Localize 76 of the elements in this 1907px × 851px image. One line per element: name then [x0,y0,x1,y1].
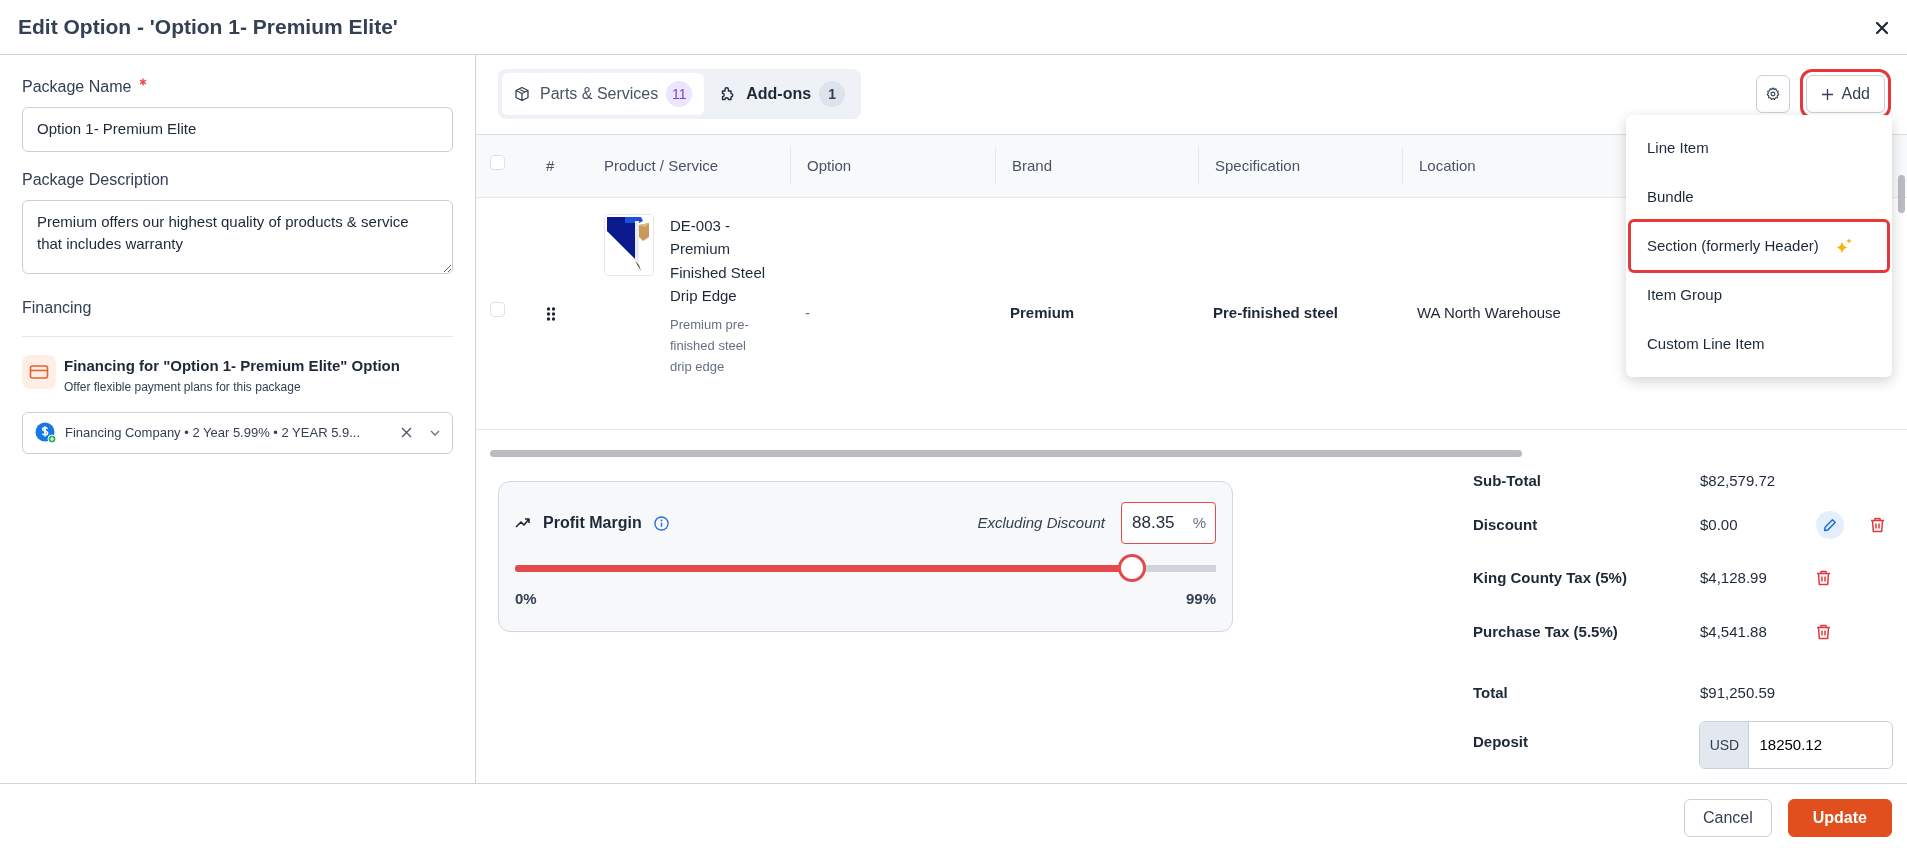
total-label: Total [1473,682,1509,703]
column-header: Option [807,155,852,176]
product-description: Premium pre-finished steel drip edge [670,316,750,376]
unit-label: % [1192,513,1206,533]
tab[interactable]: Add-ons 1 [708,73,858,115]
chevron-down-icon[interactable] [430,429,440,436]
dollar-icon [35,421,57,444]
total-value: $0.00 [1700,514,1739,535]
delete-button[interactable] [1870,517,1885,533]
column-header: Product / Service [604,155,719,176]
text-field[interactable]: Option 1- Premium Elite [22,107,453,152]
checkbox[interactable] [490,154,505,170]
product-name: DE-003 - Premium Finished Steel Drip Edge [670,216,767,306]
clear-icon[interactable] [401,427,412,438]
column-header: Specification [1215,155,1301,176]
table-cell-text: - [804,304,810,322]
select-value: Financing Company • 2 Year 5.99% • 2 YEAR 5.9... [65,423,362,442]
edit-button[interactable] [1816,511,1844,539]
count-badge: 11 [666,81,693,107]
financing-select[interactable]: Financing Company • 2 Year 5.99% • 2 YEAR 5.9... [22,411,453,454]
table-cell-text: Premium [1009,304,1075,322]
pencil-icon [1823,518,1837,532]
menu-item[interactable]: Section (formerly Header) [1631,222,1887,270]
total-label: Sub-Total [1473,470,1543,491]
delete-button[interactable] [1816,624,1831,640]
field-label: Package Description [22,169,170,190]
slider-thumb[interactable] [1117,554,1146,582]
menu-item[interactable]: Bundle [1631,173,1887,221]
field-label: Package Name [22,77,132,97]
scrollbar[interactable] [1898,175,1905,213]
trash-icon [1870,517,1885,533]
financing-title: Financing for "Option 1- Premium Elite" Option [64,356,400,376]
trash-icon [1816,624,1831,640]
menu-item[interactable]: Custom Line Item [1631,320,1887,368]
settings-button[interactable] [1755,75,1790,113]
currency-label: USD [1700,722,1750,768]
total-label: King County Tax (5%) [1473,567,1628,588]
checkbox[interactable] [490,302,505,318]
panel-title: Profit Margin [543,513,642,533]
trend-up-icon [515,517,531,529]
column-header: # [546,155,555,176]
total-label: Deposit [1473,732,1529,752]
delete-button[interactable] [1816,570,1831,586]
deposit-field[interactable]: USD 18250.12 [1699,721,1893,769]
column-header: Brand [1012,155,1053,176]
total-label: Discount [1473,514,1539,535]
drag-handle-icon[interactable] [546,307,556,322]
scale-label: 99% [1185,589,1216,609]
info-icon[interactable] [653,515,669,531]
plus-icon [1820,87,1834,101]
section-heading: Financing [22,296,453,337]
card-icon [22,355,56,389]
column-header: Location [1419,155,1476,176]
scrollbar[interactable] [490,450,1522,457]
gear-icon [1765,87,1780,101]
mode-label: Excluding Discount [977,512,1105,533]
table-cell-text: WA North Warehouse [1416,304,1561,322]
total-value: $4,541.88 [1700,621,1768,642]
tab[interactable]: Parts & Services 11 [502,73,705,115]
total-label: Purchase Tax (5.5%) [1473,621,1619,642]
cube-icon [514,86,530,102]
count-badge: 1 [819,81,846,107]
total-value: $91,250.59 [1700,682,1777,703]
menu-item[interactable]: Item Group [1631,271,1887,319]
scale-label: 0% [515,589,537,609]
table-cell-text: Pre-finished steel [1212,304,1339,322]
sparkle-icon [1834,237,1853,255]
total-value: $4,128.99 [1700,567,1768,588]
update-button[interactable]: Update [1787,798,1892,837]
trash-icon [1816,570,1831,586]
text-area[interactable]: Premium offers our highest quality of products & service that includes warranty [22,199,453,274]
total-value: $82,579.72 [1700,470,1777,491]
menu-item[interactable]: Line Item [1631,124,1887,172]
dialog-title: Edit Option - 'Option 1- Premium Elite' [18,14,398,40]
financing-subtitle: Offer flexible payment plans for this package [64,378,302,396]
cancel-button[interactable]: Cancel [1683,798,1772,837]
